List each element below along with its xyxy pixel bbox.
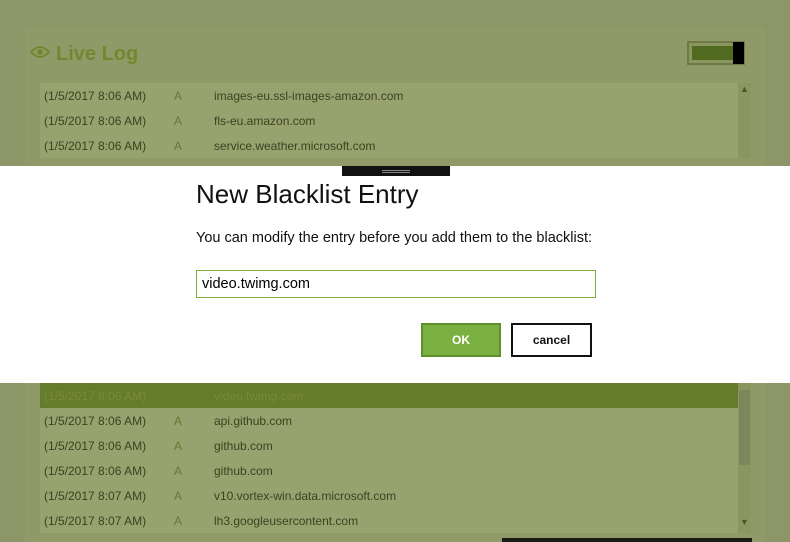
log-host: lh3.googleusercontent.com <box>214 513 359 528</box>
log-row[interactable]: (1/5/2017 8:07 AM) A lh3.googleuserconte… <box>40 508 738 533</box>
log-row[interactable]: (1/5/2017 8:06 AM) A images-eu.ssl-image… <box>40 83 738 108</box>
log-time: (1/5/2017 8:06 AM) <box>44 388 147 403</box>
triangle-up-icon[interactable]: ▲ <box>740 84 749 94</box>
toggle-knob[interactable] <box>733 42 744 64</box>
log-host: fls-eu.amazon.com <box>214 113 316 128</box>
log-time: (1/5/2017 8:07 AM) <box>44 513 147 528</box>
log-host: video.twimg.com <box>214 388 304 403</box>
toggle-fill <box>692 46 734 60</box>
dialog-drag-handle[interactable] <box>342 166 450 176</box>
log-host: v10.vortex-win.data.microsoft.com <box>214 488 397 503</box>
log-row[interactable]: (1/5/2017 8:06 AM) A github.com <box>40 433 738 458</box>
cancel-button[interactable]: cancel <box>511 323 592 357</box>
log-type: A <box>174 388 183 403</box>
log-row-selected[interactable]: (1/5/2017 8:06 AM) A video.twimg.com <box>40 383 738 408</box>
scrollbar-track-top[interactable] <box>738 83 751 158</box>
log-type: A <box>174 138 183 153</box>
log-row[interactable]: (1/5/2017 8:06 AM) A github.com <box>40 458 738 483</box>
bottom-bar <box>502 538 752 542</box>
log-type: A <box>174 88 183 103</box>
log-time: (1/5/2017 8:06 AM) <box>44 463 147 478</box>
live-log-toggle[interactable] <box>687 41 745 65</box>
live-log-header: Live Log <box>29 40 139 68</box>
ok-button[interactable]: OK <box>421 323 501 357</box>
grip-line <box>382 172 410 173</box>
log-row[interactable]: (1/5/2017 8:06 AM) A service.weather.mic… <box>40 133 738 158</box>
log-time: (1/5/2017 8:06 AM) <box>44 413 147 428</box>
log-row[interactable]: (1/5/2017 8:06 AM) A api.github.com <box>40 408 738 433</box>
log-type: A <box>174 488 183 503</box>
eye-icon <box>29 45 51 64</box>
dialog-title: New Blacklist Entry <box>196 179 419 209</box>
blacklist-dialog: New Blacklist Entry You can modify the e… <box>0 166 790 383</box>
dialog-message: You can modify the entry before you add … <box>196 230 593 246</box>
triangle-down-icon[interactable]: ▼ <box>740 517 749 527</box>
grip-line <box>382 170 410 171</box>
log-list-top: (1/5/2017 8:06 AM) A images-eu.ssl-image… <box>40 83 738 158</box>
log-host: api.github.com <box>214 413 293 428</box>
log-host: service.weather.microsoft.com <box>214 138 376 153</box>
log-time: (1/5/2017 8:06 AM) <box>44 138 147 153</box>
log-time: (1/5/2017 8:06 AM) <box>44 113 147 128</box>
log-host: images-eu.ssl-images-amazon.com <box>214 88 404 103</box>
live-log-title: Live Log <box>56 42 139 65</box>
log-time: (1/5/2017 8:06 AM) <box>44 88 147 103</box>
log-time: (1/5/2017 8:07 AM) <box>44 488 147 503</box>
log-row[interactable]: (1/5/2017 8:07 AM) A v10.vortex-win.data… <box>40 483 738 508</box>
log-host: github.com <box>214 463 273 478</box>
log-type: A <box>174 413 183 428</box>
log-row[interactable]: (1/5/2017 8:06 AM) A fls-eu.amazon.com <box>40 108 738 133</box>
entry-input[interactable] <box>196 270 596 298</box>
log-type: A <box>174 463 183 478</box>
scrollbar-thumb[interactable] <box>739 390 750 465</box>
log-type: A <box>174 513 183 528</box>
log-time: (1/5/2017 8:06 AM) <box>44 438 147 453</box>
log-list-bottom: (1/5/2017 8:06 AM) A video.twimg.com (1/… <box>40 383 738 533</box>
log-host: github.com <box>214 438 273 453</box>
log-type: A <box>174 438 183 453</box>
log-type: A <box>174 113 183 128</box>
